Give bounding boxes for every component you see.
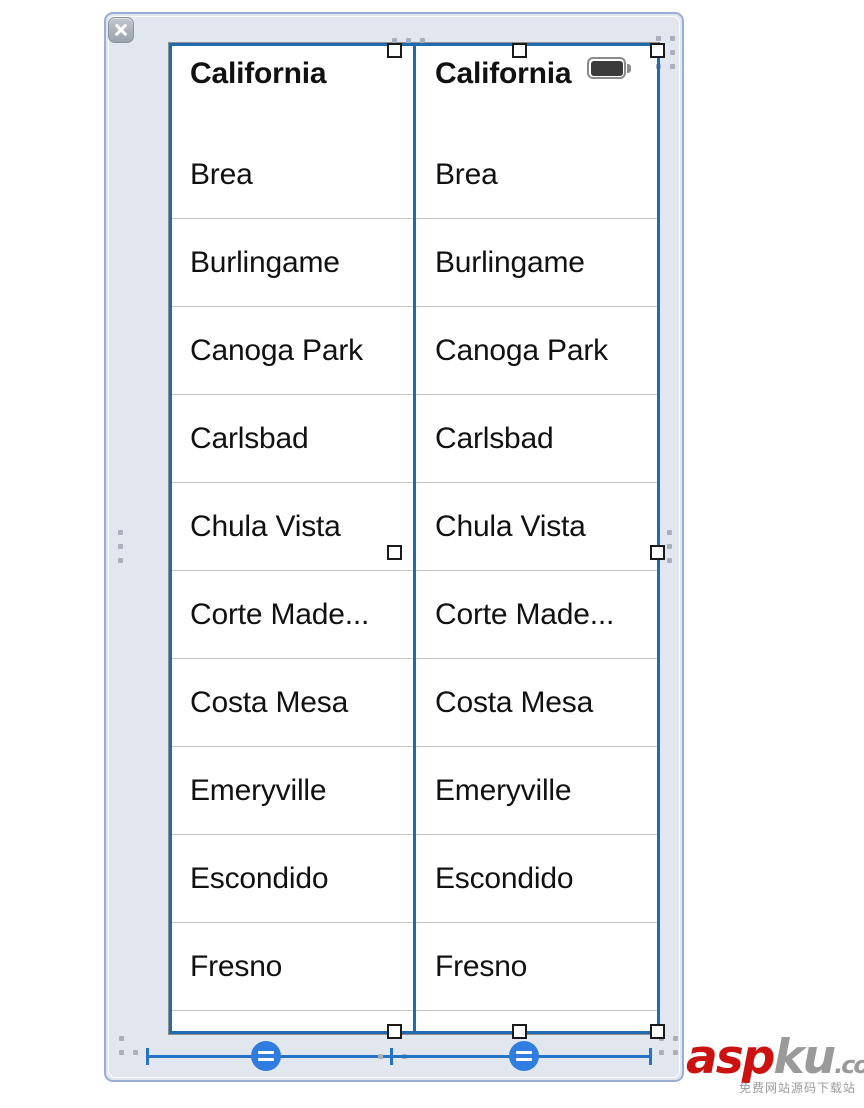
grip-dot <box>667 530 672 535</box>
table-row[interactable]: Costa Mesa <box>414 659 659 747</box>
table-row-label: Escondido <box>435 862 573 896</box>
table-row-label: Costa Mesa <box>435 686 593 720</box>
table-row[interactable]: Brea <box>169 131 414 219</box>
equal-width-constraint-bar <box>106 1032 682 1080</box>
selection-handle-bottom-center[interactable] <box>512 1024 527 1039</box>
table-row-label: Brea <box>435 158 498 192</box>
watermark-ku: ku <box>773 1030 834 1085</box>
interface-builder-canvas: California Brea Burlingame Canoga Park C… <box>104 12 684 1082</box>
table-row[interactable]: Escondido <box>414 835 659 923</box>
equal-sign-stroke <box>516 1051 532 1054</box>
grip-left-middle[interactable] <box>118 530 123 563</box>
table-row-label: Corte Made... <box>435 598 614 632</box>
table-row[interactable]: Brea <box>414 131 659 219</box>
equal-width-badge-right[interactable] <box>509 1041 539 1071</box>
table-row[interactable]: Fresno <box>414 923 659 1011</box>
grip-dot <box>118 544 123 549</box>
grip-dot <box>670 50 675 55</box>
selection-edge-left[interactable] <box>169 43 172 1034</box>
table-row[interactable]: Carlsbad <box>169 395 414 483</box>
grip-dot <box>656 36 661 41</box>
close-icon[interactable] <box>108 17 134 43</box>
table-row-label: Chula Vista <box>190 510 341 544</box>
section-header-label: California <box>190 57 326 91</box>
selection-handle-top-right[interactable] <box>650 43 665 58</box>
selection-handle-bottom-left-panel[interactable] <box>387 1024 402 1039</box>
selection-handle-top-center[interactable] <box>512 43 527 58</box>
battery-nub <box>627 64 631 73</box>
table-row[interactable]: Burlingame <box>414 219 659 307</box>
battery-icon <box>587 57 631 79</box>
section-header-label: California <box>435 57 571 91</box>
battery-fill <box>591 61 623 76</box>
selection-edge-middle[interactable] <box>413 43 416 1034</box>
watermark-asp: asp <box>686 1030 773 1085</box>
table-row-label: Carlsbad <box>435 422 553 456</box>
equal-width-badge-left[interactable] <box>251 1041 281 1071</box>
table-row-label: Canoga Park <box>190 334 363 368</box>
grip-dot <box>667 544 672 549</box>
table-row[interactable]: Emeryville <box>414 747 659 835</box>
equal-sign-stroke <box>258 1058 274 1061</box>
equal-sign-stroke <box>258 1051 274 1054</box>
site-watermark: aspku.com 免费网站源码下载站 <box>686 1034 858 1100</box>
table-row[interactable]: Emeryville <box>169 747 414 835</box>
section-header-row: California <box>414 43 659 131</box>
constraint-cap-right <box>649 1048 652 1065</box>
grip-dot <box>670 36 675 41</box>
selection-edge-right[interactable] <box>657 43 660 1034</box>
grip-right-middle[interactable] <box>667 530 672 563</box>
selection-handle-top-left-panel[interactable] <box>387 43 402 58</box>
equal-sign-stroke <box>516 1058 532 1061</box>
table-row-label: Corte Made... <box>190 598 369 632</box>
grip-dot <box>670 64 675 69</box>
watermark-com: .com <box>834 1051 864 1079</box>
table-row-label: Canoga Park <box>435 334 608 368</box>
table-row[interactable]: Chula Vista <box>414 483 659 571</box>
table-row-label: Fresno <box>435 950 527 984</box>
constraint-dot <box>378 1054 383 1059</box>
table-row-label: Emeryville <box>190 774 326 808</box>
right-table-view[interactable]: California Brea Burlingame Canoga Park <box>414 43 659 1034</box>
table-row[interactable]: Escondido <box>169 835 414 923</box>
table-row[interactable]: Costa Mesa <box>169 659 414 747</box>
table-row[interactable]: Chula Vista <box>169 483 414 571</box>
table-row[interactable]: Corte Made... <box>414 571 659 659</box>
table-row-label: Chula Vista <box>435 510 586 544</box>
table-row-label: Emeryville <box>435 774 571 808</box>
table-row-label: Escondido <box>190 862 328 896</box>
grip-dot <box>667 558 672 563</box>
left-table-view[interactable]: California Brea Burlingame Canoga Park C… <box>169 43 414 1034</box>
table-row[interactable]: Corte Made... <box>169 571 414 659</box>
selection-handle-bottom-right[interactable] <box>650 1024 665 1039</box>
screenshot-root: California Brea Burlingame Canoga Park C… <box>0 0 864 1108</box>
selection-handle-mid-left-panel[interactable] <box>387 545 402 560</box>
table-row[interactable]: Burlingame <box>169 219 414 307</box>
table-row-label: Carlsbad <box>190 422 308 456</box>
table-row-label: Costa Mesa <box>190 686 348 720</box>
grip-dot <box>118 530 123 535</box>
table-row-label: Burlingame <box>435 246 585 280</box>
grip-dot <box>118 558 123 563</box>
table-row[interactable]: Canoga Park <box>414 307 659 395</box>
table-row[interactable]: Carlsbad <box>414 395 659 483</box>
table-row-label: Fresno <box>190 950 282 984</box>
table-row[interactable]: Canoga Park <box>169 307 414 395</box>
table-row-label: Brea <box>190 158 253 192</box>
table-row-label: Burlingame <box>190 246 340 280</box>
section-header-row: California <box>169 43 414 131</box>
selection-handle-mid-right[interactable] <box>650 545 665 560</box>
table-row[interactable]: Fresno <box>169 923 414 1011</box>
